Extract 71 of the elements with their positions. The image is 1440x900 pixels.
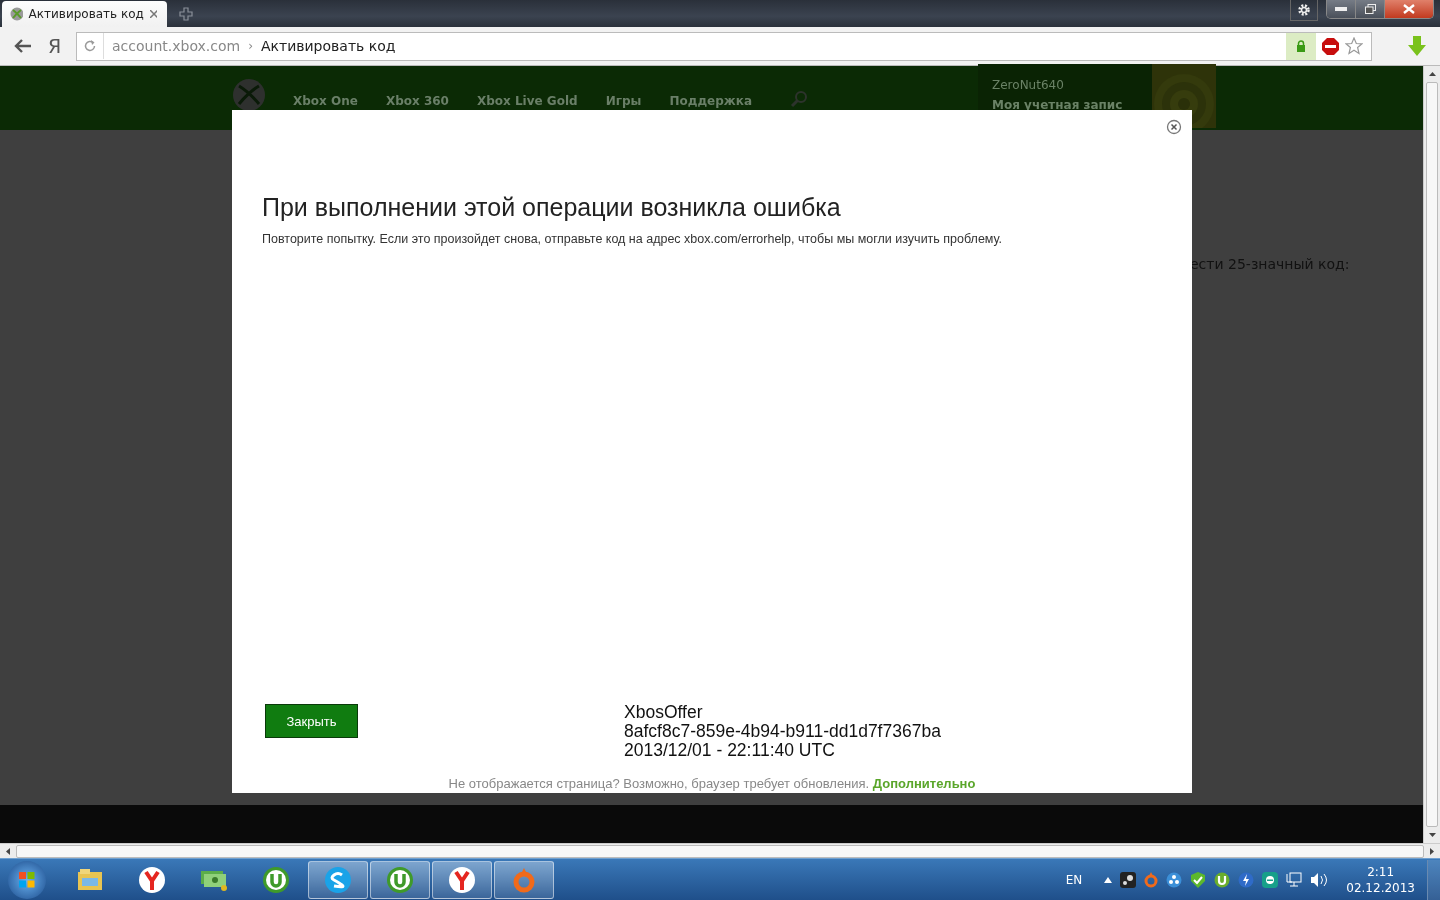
browser-notice: Не отображается страница? Возможно, браузер требует обновления. xyxy=(448,776,870,791)
adblock-icon[interactable] xyxy=(1322,37,1339,55)
nav-link[interactable]: Игры xyxy=(605,94,642,108)
page-title: Активировать код xyxy=(261,38,396,54)
breadcrumb-separator: › xyxy=(248,39,253,53)
language-indicator[interactable]: EN xyxy=(1065,872,1083,887)
error-detail: XbosOffer xyxy=(624,703,704,722)
torrent-icon xyxy=(262,865,290,894)
scroll-down-icon[interactable] xyxy=(1428,833,1436,837)
windows-logo-icon xyxy=(19,871,35,888)
close-icon xyxy=(1403,4,1415,14)
tab-title: Активировать код xyxy=(28,7,144,21)
back-icon[interactable] xyxy=(14,39,32,53)
clock-time: 2:11 xyxy=(1367,863,1395,880)
torrent-icon xyxy=(386,865,414,894)
username: ZeroNut640 xyxy=(992,78,1065,92)
taskbar-button[interactable] xyxy=(494,860,554,899)
lock-icon xyxy=(1296,40,1306,52)
volume-icon[interactable] xyxy=(1310,871,1329,888)
nav-link[interactable]: Поддержка xyxy=(669,94,752,108)
more-info-link[interactable]: Дополнительно xyxy=(872,776,976,791)
scroll-left-icon[interactable] xyxy=(6,847,10,855)
account-link[interactable]: Моя учетная запис xyxy=(992,98,1152,112)
taskbar-button[interactable] xyxy=(370,860,430,899)
secure-indicator[interactable] xyxy=(1286,32,1316,60)
minimize-icon xyxy=(1335,7,1347,11)
restore-icon xyxy=(1364,4,1376,14)
start-button[interactable] xyxy=(8,860,46,899)
yandex-icon xyxy=(138,865,166,894)
nav-link[interactable]: Xbox Live Gold xyxy=(476,94,578,108)
settings-button[interactable] xyxy=(1290,0,1318,21)
taskbar-button[interactable] xyxy=(308,860,368,899)
browser-tab[interactable]: Активировать код xyxy=(2,1,167,27)
check-shield-icon[interactable] xyxy=(1190,871,1207,888)
scroll-thumb[interactable] xyxy=(1426,82,1438,827)
address-bar[interactable]: account.xbox.com › Активировать код xyxy=(76,31,1372,61)
restore-button[interactable] xyxy=(1356,0,1385,18)
lightning-icon[interactable] xyxy=(1238,871,1255,888)
torrent-icon[interactable] xyxy=(1214,871,1231,888)
yandex-icon xyxy=(448,865,476,894)
minimize-button[interactable] xyxy=(1327,0,1356,18)
show-hidden-icons-icon[interactable] xyxy=(1104,876,1113,883)
yandex-button[interactable]: Я xyxy=(48,35,78,57)
tab-close-icon[interactable] xyxy=(149,10,157,18)
close-button[interactable]: Закрыть xyxy=(265,704,358,738)
taskbar-button[interactable] xyxy=(432,860,492,899)
steam-icon[interactable] xyxy=(1120,871,1137,888)
dialog-title: При выполнении этой операции возникла ошибка xyxy=(262,193,842,222)
close-button[interactable] xyxy=(1385,0,1433,18)
settings-icon xyxy=(1297,3,1311,17)
bookmark-star-icon[interactable] xyxy=(1345,37,1363,55)
network-app-icon[interactable] xyxy=(1166,871,1183,888)
reload-icon[interactable] xyxy=(83,33,104,59)
antivirus-icon[interactable] xyxy=(1262,871,1279,888)
new-tab-icon[interactable] xyxy=(179,7,193,21)
scroll-right-icon[interactable] xyxy=(1430,847,1434,855)
error-detail: 2013/12/01 - 22:11:40 UTC xyxy=(624,741,836,760)
clock-date: 02.12.2013 xyxy=(1346,879,1415,896)
network-icon[interactable] xyxy=(1286,871,1303,888)
favicon-icon xyxy=(10,7,23,21)
scroll-up-icon[interactable] xyxy=(1428,72,1436,76)
clock[interactable]: 2:11 02.12.2013 xyxy=(1346,863,1415,896)
error-message: Повторите попытку. Если это произойдет снова, отправьте код на адрес xbox.com/errorhelp, чтобы мы могли изучить проблему. xyxy=(262,232,1004,246)
vertical-scrollbar[interactable] xyxy=(1423,66,1440,843)
error-detail: 8afcf8c7-859e-4b94-b911-dd1d7f7367ba xyxy=(624,722,942,741)
skype-icon xyxy=(324,865,352,894)
close-icon[interactable] xyxy=(1166,119,1182,135)
nav-link[interactable]: Xbox 360 xyxy=(385,94,449,108)
nav-link[interactable]: Xbox One xyxy=(293,94,358,108)
xbox-logo[interactable] xyxy=(232,78,266,112)
url-domain: account.xbox.com xyxy=(112,38,241,54)
